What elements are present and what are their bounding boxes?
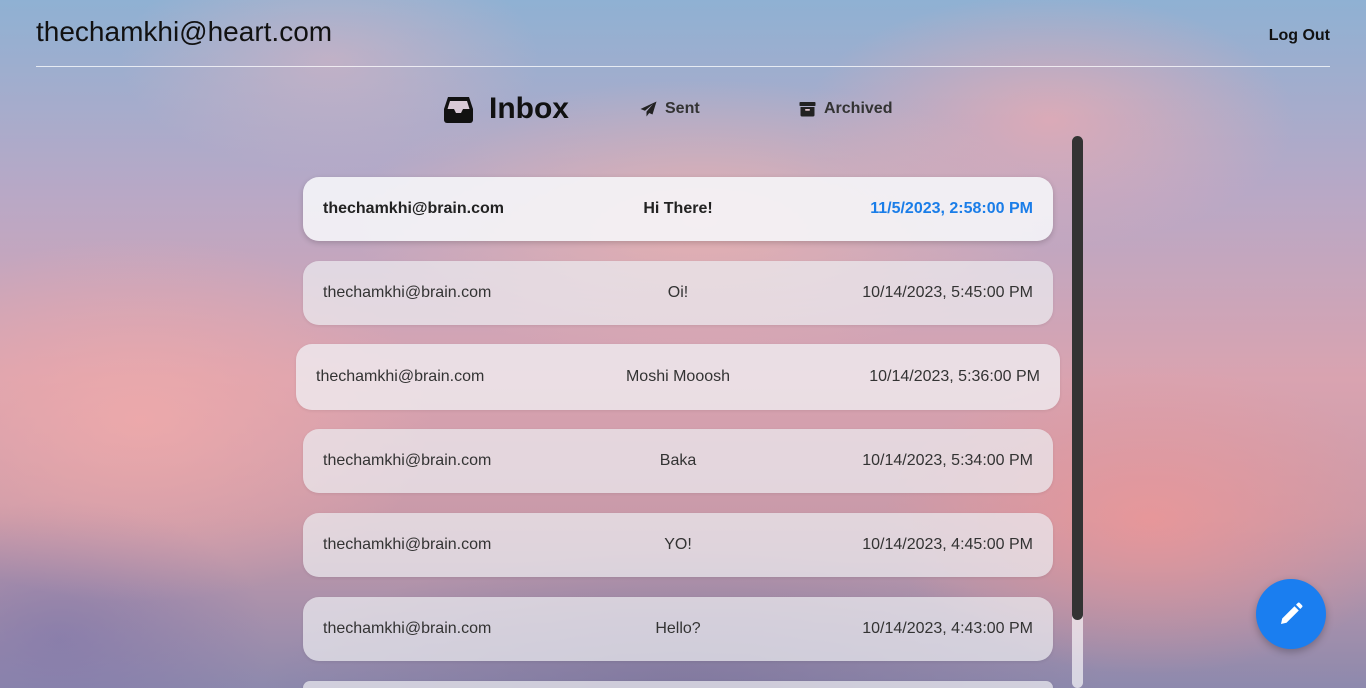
tab-archived[interactable]: Archived: [799, 100, 892, 118]
message-date: 10/14/2023, 5:36:00 PM: [869, 368, 1040, 385]
archive-box-icon: [799, 101, 816, 117]
inbox-icon: [443, 95, 474, 124]
app-header: thechamkhi@heart.com Log Out: [36, 0, 1330, 67]
message-sender: thechamkhi@brain.com: [323, 200, 504, 217]
logout-button[interactable]: Log Out: [1269, 27, 1330, 45]
user-email: thechamkhi@heart.com: [36, 16, 333, 47]
pencil-icon: [1278, 601, 1304, 627]
compose-button[interactable]: [1256, 579, 1326, 649]
mailbox-tabs: Inbox Sent Archived: [0, 88, 1366, 132]
message-sender: thechamkhi@brain.com: [323, 452, 492, 469]
message-date: 10/14/2023, 5:34:00 PM: [862, 452, 1033, 469]
message-row[interactable]: Hello? thechamkhi@brain.com 10/14/2023, …: [303, 597, 1053, 661]
message-sender: thechamkhi@brain.com: [316, 368, 485, 385]
message-row-partial[interactable]: [303, 681, 1053, 688]
message-row[interactable]: YO! thechamkhi@brain.com 10/14/2023, 4:4…: [303, 513, 1053, 577]
tab-inbox[interactable]: Inbox: [443, 92, 569, 126]
message-date: 10/14/2023, 5:45:00 PM: [862, 284, 1033, 301]
message-date: 10/14/2023, 4:43:00 PM: [862, 620, 1033, 637]
paper-plane-icon: [640, 101, 657, 117]
message-row[interactable]: Moshi Mooosh thechamkhi@brain.com 10/14/…: [296, 344, 1060, 410]
message-date: 11/5/2023, 2:58:00 PM: [870, 200, 1033, 217]
message-date: 10/14/2023, 4:45:00 PM: [862, 536, 1033, 553]
message-sender: thechamkhi@brain.com: [323, 284, 492, 301]
message-sender: thechamkhi@brain.com: [323, 536, 492, 553]
scrollbar-thumb[interactable]: [1072, 136, 1083, 620]
tab-inbox-label: Inbox: [489, 92, 569, 125]
tab-archived-label: Archived: [824, 100, 893, 117]
message-row[interactable]: Oi! thechamkhi@brain.com 10/14/2023, 5:4…: [303, 261, 1053, 325]
message-row[interactable]: Baka thechamkhi@brain.com 10/14/2023, 5:…: [303, 429, 1053, 493]
tab-sent[interactable]: Sent: [640, 100, 700, 118]
message-sender: thechamkhi@brain.com: [323, 620, 492, 637]
message-row[interactable]: Hi There! thechamkhi@brain.com 11/5/2023…: [303, 177, 1053, 241]
tab-sent-label: Sent: [665, 100, 700, 117]
